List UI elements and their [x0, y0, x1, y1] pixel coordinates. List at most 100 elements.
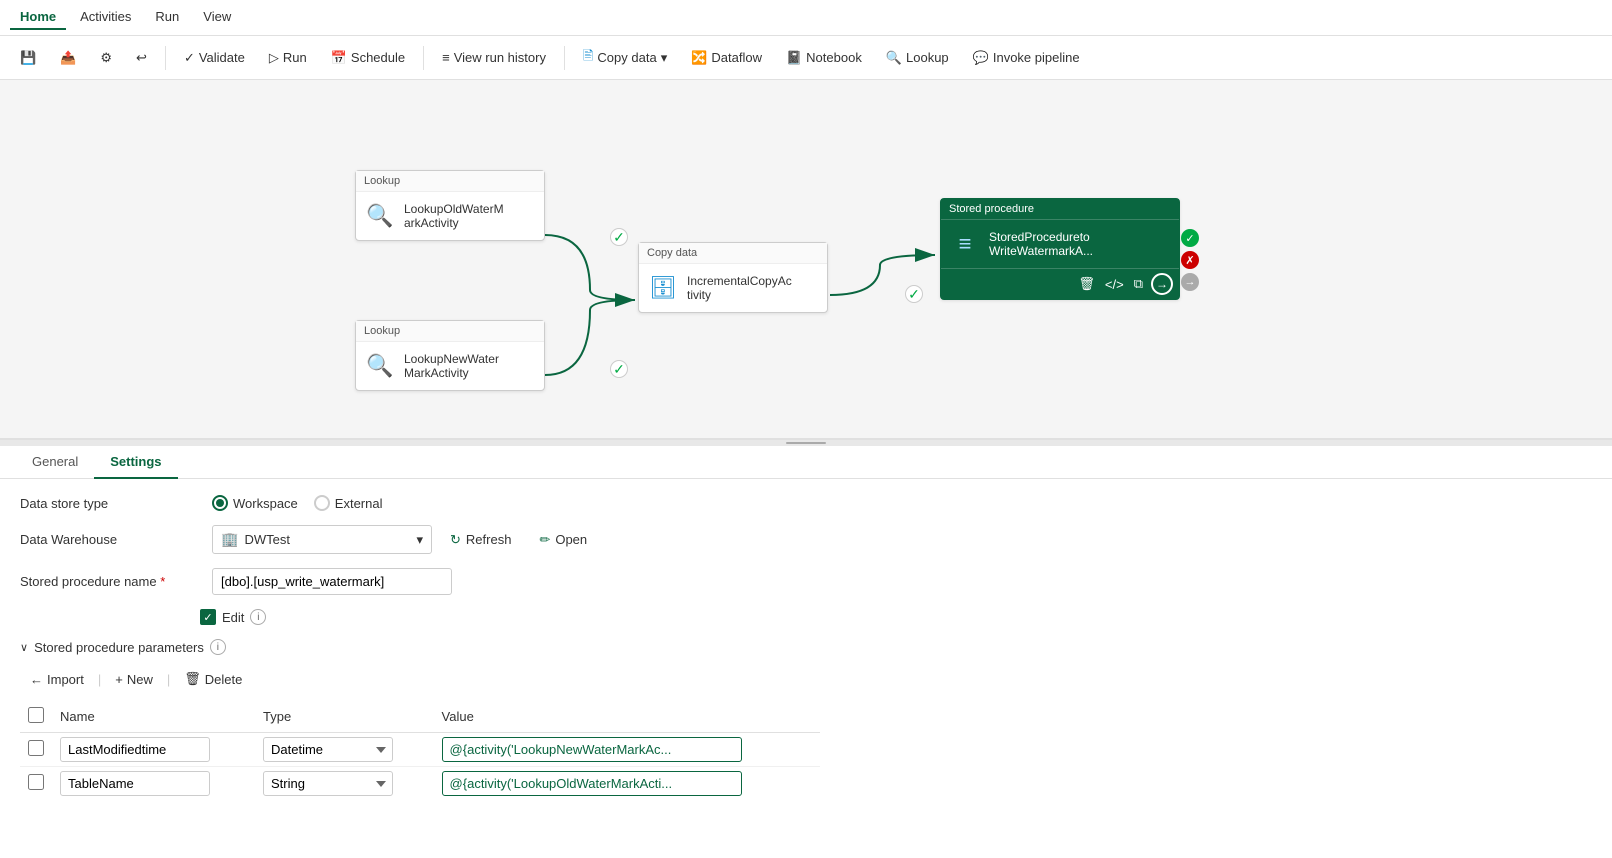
lookup1-name: LookupOldWaterMarkActivity — [404, 202, 504, 230]
node-success-check: ✓ — [1181, 229, 1199, 247]
panel-tabs: General Settings — [0, 446, 1612, 479]
pipeline-canvas: ✓ ✓ ✓ Lookup 🔍 LookupOldWaterMarkActivit… — [0, 80, 1612, 438]
storedproc-actions: 🗑 </> ⧉ → — [941, 268, 1179, 299]
copydata-body: 🗄 IncrementalCopyActivity — [639, 264, 827, 312]
open-button[interactable]: ✏ Open — [529, 527, 597, 553]
row2-type-select[interactable]: Datetime String Int32 Boolean — [263, 771, 393, 796]
panel-settings-content: Data store type Workspace External Data … — [0, 479, 1612, 816]
row1-type-select[interactable]: Datetime String Int32 Boolean — [263, 737, 393, 762]
row2-name-input[interactable] — [60, 771, 210, 796]
copydata-node[interactable]: Copy data 🗄 IncrementalCopyActivity — [638, 242, 828, 313]
tab-settings[interactable]: Settings — [94, 446, 177, 479]
lookup1-node[interactable]: Lookup 🔍 LookupOldWaterMarkActivity — [355, 170, 545, 241]
lookup2-node[interactable]: Lookup 🔍 LookupNewWaterMarkActivity — [355, 320, 545, 391]
radio-workspace-circle — [212, 495, 228, 511]
storedproc-body: ≡ StoredProceduretoWriteWatermarkA... — [941, 220, 1179, 268]
edit-label: Edit — [222, 610, 244, 625]
row2-checkbox-cell — [20, 767, 52, 801]
menu-view[interactable]: View — [193, 5, 241, 30]
row1-name-cell — [52, 733, 255, 767]
toolbar-separator-1 — [165, 46, 166, 70]
node-side-actions: ✓ ✗ → — [1181, 229, 1199, 291]
publish-button[interactable]: 📤 — [50, 45, 86, 71]
row2-value-input[interactable] — [442, 771, 742, 796]
connector-check-1: ✓ — [610, 228, 628, 246]
invoke-pipeline-button[interactable]: 💬 Invoke pipeline — [963, 45, 1090, 71]
view-run-history-button[interactable]: ≡ View run history — [432, 45, 556, 70]
menu-activities[interactable]: Activities — [70, 5, 141, 30]
header-name-col: Name — [52, 701, 255, 733]
storedproc-code-btn[interactable]: </> — [1103, 275, 1126, 294]
undo-button[interactable]: ↩ — [126, 45, 157, 71]
save-button[interactable]: 💾 — [10, 45, 46, 71]
stored-proc-name-input[interactable] — [212, 568, 452, 595]
radio-external-circle — [314, 495, 330, 511]
delete-param-button[interactable]: 🗑 Delete — [174, 667, 252, 691]
schedule-button[interactable]: 📅 Schedule — [321, 45, 415, 71]
toolbar-divider-1: | — [98, 672, 101, 687]
invoke-pipeline-icon: 💬 — [973, 50, 989, 66]
plus-icon: + — [115, 672, 123, 687]
schedule-icon: 📅 — [331, 50, 347, 66]
warehouse-select-wrapper: 🏢 DWTest ▾ ↻ Refresh ✏ Open — [212, 525, 597, 554]
copy-data-button[interactable]: 🖹 Copy data ▾ — [573, 42, 677, 74]
warehouse-chevron-icon: ▾ — [416, 532, 423, 548]
header-type-col: Type — [255, 701, 434, 733]
menu-bar: Home Activities Run View — [0, 0, 1612, 36]
menu-run[interactable]: Run — [145, 5, 189, 30]
row1-checkbox-cell — [20, 733, 52, 767]
lookup-button[interactable]: 🔍 Lookup — [876, 45, 959, 71]
tab-general[interactable]: General — [16, 446, 94, 479]
pipeline-canvas-area[interactable]: ✓ ✓ ✓ Lookup 🔍 LookupOldWaterMarkActivit… — [0, 80, 1612, 440]
settings-button[interactable]: ⚙ — [90, 45, 122, 71]
new-param-button[interactable]: + New — [105, 668, 163, 691]
edit-info-icon[interactable]: i — [250, 609, 266, 625]
radio-workspace[interactable]: Workspace — [212, 495, 298, 511]
stored-proc-name-row: Stored procedure name * — [20, 568, 1592, 595]
lookup2-header: Lookup — [356, 321, 544, 342]
storedproc-delete-btn[interactable]: 🗑 — [1076, 274, 1097, 294]
table-row: Datetime String Int32 Boolean — [20, 733, 820, 767]
validate-button[interactable]: ✓ Validate — [174, 45, 255, 71]
select-all-checkbox[interactable] — [28, 707, 44, 723]
notebook-button[interactable]: 📓 Notebook — [776, 45, 872, 71]
storedproc-name: StoredProceduretoWriteWatermarkA... — [989, 230, 1093, 258]
run-history-icon: ≡ — [442, 50, 450, 65]
dataflow-button[interactable]: 🔀 Dataflow — [681, 45, 772, 71]
row2-type-cell: Datetime String Int32 Boolean — [255, 767, 434, 801]
copy-data-icon: 🖹 — [583, 47, 593, 69]
copy-data-chevron-icon: ▾ — [661, 50, 668, 66]
row1-type-cell: Datetime String Int32 Boolean — [255, 733, 434, 767]
required-asterisk: * — [160, 574, 165, 589]
storedproc-icon: ≡ — [949, 228, 981, 260]
import-icon: ← — [30, 672, 43, 687]
row1-checkbox[interactable] — [28, 740, 44, 756]
menu-home[interactable]: Home — [10, 5, 66, 30]
refresh-button[interactable]: ↻ Refresh — [440, 527, 521, 553]
storedproc-header: Stored procedure — [941, 199, 1179, 220]
params-table: Name Type Value Datetime S — [20, 701, 820, 800]
stored-proc-params-section: ∨ Stored procedure parameters i — [20, 639, 1592, 655]
collapse-btn[interactable]: ∨ — [20, 641, 28, 654]
row1-value-input[interactable] — [442, 737, 742, 762]
storedproc-node[interactable]: Stored procedure ≡ StoredProceduretoWrit… — [940, 198, 1180, 300]
toolbar-divider-2: | — [167, 672, 170, 687]
refresh-icon: ↻ — [450, 532, 461, 548]
storedproc-copy-btn[interactable]: ⧉ — [1132, 274, 1145, 294]
import-button[interactable]: ← Import — [20, 668, 94, 691]
lookup2-icon: 🔍 — [364, 350, 396, 382]
run-button[interactable]: ▷ Run — [259, 45, 317, 71]
bottom-panel: General Settings Data store type Workspa… — [0, 446, 1612, 858]
node-skip-arrow: → — [1181, 273, 1199, 291]
edit-checkbox-row: ✓ Edit i — [200, 609, 1592, 625]
row1-name-input[interactable] — [60, 737, 210, 762]
data-store-type-row: Data store type Workspace External — [20, 495, 1592, 511]
warehouse-select[interactable]: 🏢 DWTest ▾ — [212, 525, 432, 554]
radio-external[interactable]: External — [314, 495, 383, 511]
params-info-icon[interactable]: i — [210, 639, 226, 655]
row2-checkbox[interactable] — [28, 774, 44, 790]
radio-group-store-type: Workspace External — [212, 495, 383, 511]
copydata-icon: 🗄 — [647, 272, 679, 304]
storedproc-go-btn[interactable]: → — [1151, 273, 1173, 295]
edit-checkbox[interactable]: ✓ — [200, 609, 216, 625]
